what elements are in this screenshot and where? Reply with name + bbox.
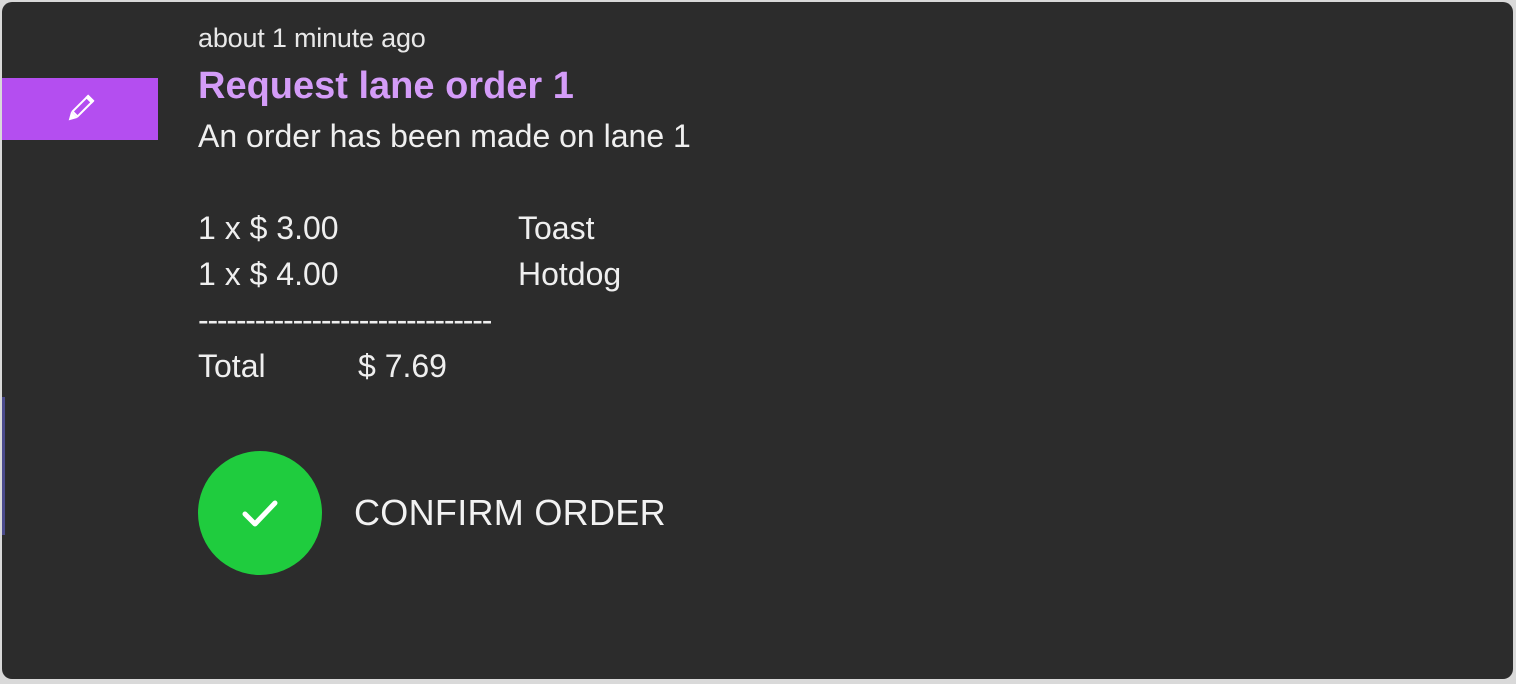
order-item-qty-price: 1 x $ 3.00 <box>198 210 339 246</box>
confirm-order-circle[interactable] <box>198 451 322 575</box>
notification-title: Request lane order 1 <box>198 65 574 107</box>
notification-type-badge <box>2 78 158 140</box>
total-label: Total <box>198 348 266 384</box>
order-total-row: Total $ 7.69 <box>198 344 598 388</box>
order-item-name: Hotdog <box>518 256 622 292</box>
order-item-name: Toast <box>518 210 595 246</box>
notification-card: about 1 minute ago Request lane order 1 … <box>2 2 1513 679</box>
order-item-row: 1 x $ 3.00 Toast <box>198 206 798 250</box>
checkmark-icon <box>242 500 278 527</box>
total-amount: $ 7.69 <box>358 348 447 384</box>
confirm-order-button[interactable]: CONFIRM ORDER <box>198 450 666 576</box>
confirm-order-label[interactable]: CONFIRM ORDER <box>354 492 666 534</box>
order-item-row: 1 x $ 4.00 Hotdog <box>198 252 798 296</box>
left-edge-accent <box>2 397 5 535</box>
pencil-icon <box>68 94 95 121</box>
notification-message: An order has been made on lane 1 <box>198 118 691 154</box>
order-item-qty-price: 1 x $ 4.00 <box>198 256 339 292</box>
order-divider: ------------------------------- <box>198 302 492 338</box>
notification-timestamp: about 1 minute ago <box>198 23 426 53</box>
